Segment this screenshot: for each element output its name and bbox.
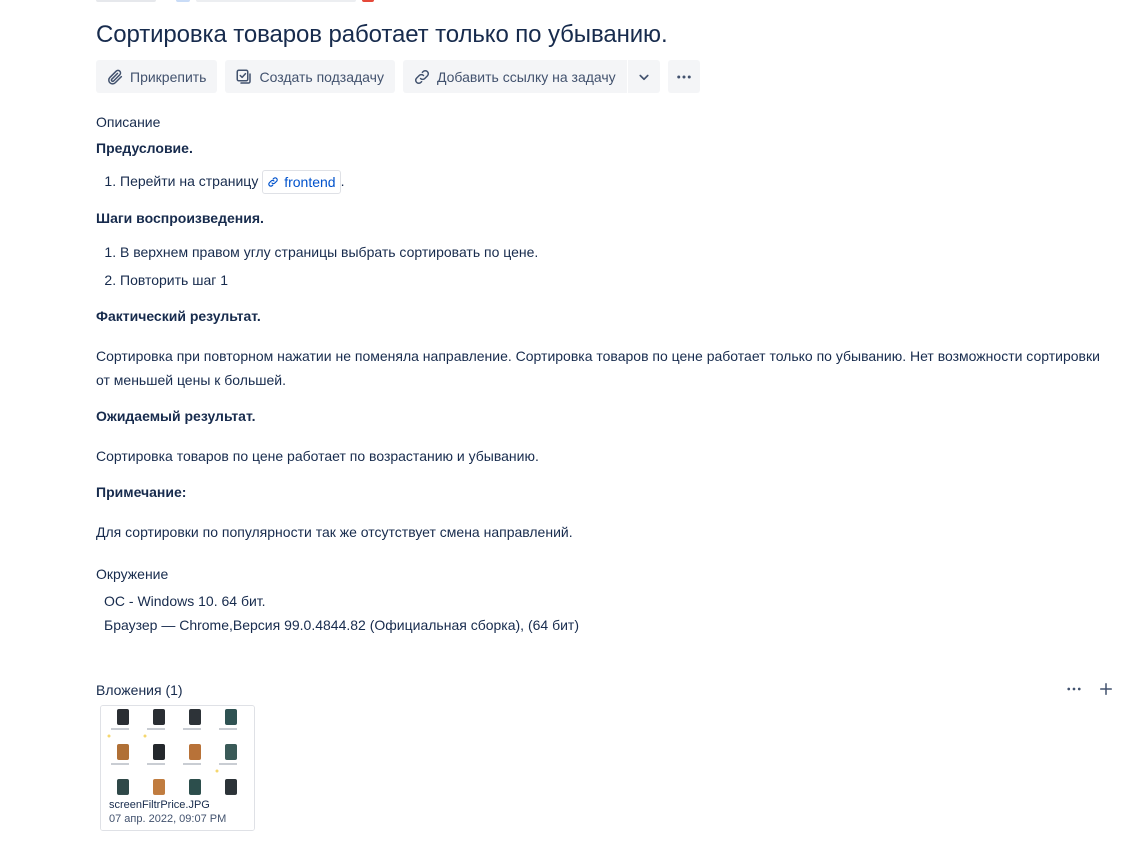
breadcrumb-item[interactable]	[96, 0, 156, 2]
link-issue-group: Добавить ссылку на задачу	[402, 60, 660, 94]
attach-button[interactable]: Прикрепить	[96, 60, 218, 93]
note-text: Для сортировки по популярности так же от…	[96, 524, 573, 541]
subtask-icon	[236, 69, 252, 84]
paperclip-icon	[108, 69, 123, 85]
description-label: Описание	[96, 114, 161, 130]
actual-result-heading: Фактический результат.	[96, 308, 261, 325]
breadcrumb-icon	[176, 0, 190, 2]
issue-view: Сортировка товаров работает только по уб…	[0, 0, 1127, 857]
attachment-meta: screenFiltrPrice.JPG 07 апр. 2022, 09:07…	[109, 798, 226, 826]
environment-body[interactable]: ОС - Windows 10. 64 бит. Браузер — Chrom…	[104, 589, 579, 637]
environment-line: Браузер — Chrome,Версия 99.0.4844.82 (Оф…	[104, 617, 579, 633]
frontend-link-label: frontend	[284, 174, 336, 191]
link-icon	[414, 69, 429, 84]
breadcrumb-item[interactable]	[196, 0, 356, 2]
precondition-step-suffix: .	[340, 173, 345, 189]
precondition-heading: Предусловие.	[96, 140, 193, 156]
chevron-down-icon	[639, 74, 649, 80]
link-issue-button[interactable]: Добавить ссылку на задачу	[402, 60, 627, 93]
attachments-label: Вложения (1)	[96, 682, 183, 698]
expected-result-heading: Ожидаемый результат.	[96, 408, 256, 425]
attachments-more-button[interactable]	[1065, 680, 1083, 698]
link-issue-label: Добавить ссылку на задачу	[436, 68, 616, 85]
list-item: Перейти на страницу frontend .	[120, 169, 1106, 195]
steps-list: В верхнем правом углу страницы выбрать с…	[96, 238, 1106, 294]
precondition-list: Перейти на страницу frontend .	[96, 169, 1106, 195]
note-heading: Примечание:	[96, 484, 187, 501]
precondition-step-text: Перейти на страницу	[120, 173, 259, 189]
link-icon	[268, 177, 278, 188]
link-issue-dropdown-button[interactable]	[627, 60, 660, 93]
breadcrumb	[96, 0, 396, 2]
attachments-actions	[1065, 680, 1115, 698]
create-subtask-button[interactable]: Создать подзадачу	[225, 60, 395, 93]
frontend-link[interactable]: frontend	[262, 170, 341, 195]
issue-toolbar: Прикрепить Создать подзадачу Добавить сс…	[96, 60, 700, 94]
more-horizontal-icon	[1067, 687, 1081, 691]
page-title[interactable]: Сортировка товаров работает только по уб…	[96, 21, 668, 49]
attachment-date: 07 апр. 2022, 09:07 PM	[109, 813, 227, 825]
more-horizontal-icon	[676, 75, 691, 78]
bug-icon	[362, 0, 374, 2]
attach-button-label: Прикрепить	[130, 68, 207, 85]
attachment-card[interactable]: screenFiltrPrice.JPG 07 апр. 2022, 09:07…	[100, 705, 255, 831]
more-actions-button[interactable]	[667, 60, 700, 93]
environment-label: Окружение	[96, 566, 169, 582]
description-body[interactable]: Предусловие. Перейти на страницу fronten…	[96, 140, 1106, 544]
create-subtask-label: Создать подзадачу	[259, 68, 384, 85]
list-item: Повторить шаг 1	[120, 266, 1106, 294]
actual-result-text: Сортировка при повторном нажатии не поме…	[96, 348, 1100, 389]
plus-icon	[1100, 683, 1112, 695]
add-attachment-button[interactable]	[1097, 680, 1115, 698]
environment-line: ОС - Windows 10. 64 бит.	[104, 593, 266, 609]
list-item: В верхнем правом углу страницы выбрать с…	[120, 238, 1106, 266]
attachment-filename: screenFiltrPrice.JPG	[109, 799, 210, 811]
expected-result-text: Сортировка товаров по цене работает по в…	[96, 448, 539, 465]
steps-heading: Шаги воспроизведения.	[96, 210, 264, 227]
